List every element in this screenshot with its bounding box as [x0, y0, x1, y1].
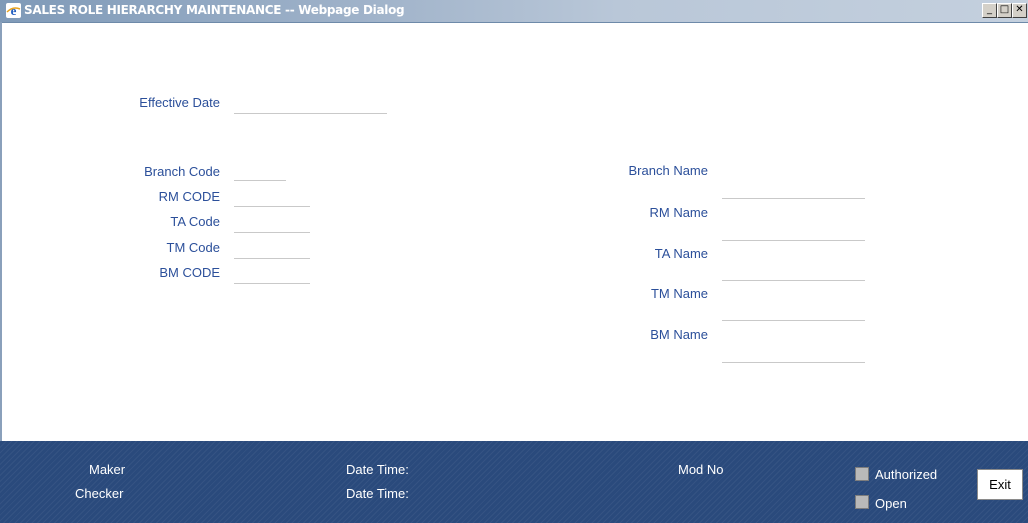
exit-button[interactable]: Exit	[977, 469, 1023, 500]
branch-name-label: Branch Name	[628, 163, 708, 178]
ta-name-field[interactable]	[722, 264, 865, 281]
ie-icon: e	[6, 3, 21, 18]
bm-code-field[interactable]	[234, 267, 310, 284]
maker-date-time-label: Date Time:	[346, 462, 409, 477]
rm-name-label: RM Name	[649, 205, 708, 220]
tm-code-field[interactable]	[234, 242, 310, 259]
checker-date-time-label: Date Time:	[346, 486, 409, 501]
effective-date-field[interactable]	[234, 97, 387, 114]
ta-name-label: TA Name	[654, 246, 708, 261]
window-title: SALES ROLE HIERARCHY MAINTENANCE -- Webp…	[24, 3, 405, 17]
rm-code-label: RM CODE	[158, 189, 220, 204]
close-button[interactable]: ✕	[1012, 3, 1027, 18]
mod-no-label: Mod No	[678, 462, 724, 477]
tm-name-field[interactable]	[722, 304, 865, 321]
ta-code-label: TA Code	[170, 214, 220, 229]
tm-code-label: TM Code	[166, 240, 220, 255]
branch-code-field[interactable]	[234, 164, 286, 181]
maker-label: Maker	[89, 462, 126, 477]
bm-name-field[interactable]	[722, 346, 865, 363]
open-label: Open	[875, 496, 907, 511]
checker-label: Checker	[75, 486, 124, 501]
effective-date-label: Effective Date	[139, 95, 220, 110]
open-checkbox[interactable]	[855, 495, 869, 509]
rm-name-field[interactable]	[722, 224, 865, 241]
audit-footer	[0, 441, 1028, 523]
bm-code-label: BM CODE	[159, 265, 220, 280]
rm-code-field[interactable]	[234, 190, 310, 207]
minimize-button[interactable]: _	[982, 3, 997, 18]
tm-name-label: TM Name	[650, 286, 708, 301]
title-bar: e SALES ROLE HIERARCHY MAINTENANCE -- We…	[0, 0, 1028, 23]
svg-text:e: e	[11, 3, 17, 18]
ta-code-field[interactable]	[234, 216, 310, 233]
authorized-label: Authorized	[875, 467, 938, 482]
maximize-button[interactable]: □	[997, 3, 1012, 18]
branch-code-label: Branch Code	[144, 164, 220, 179]
branch-name-field[interactable]	[722, 182, 865, 199]
bm-name-label: BM Name	[650, 327, 708, 342]
authorized-checkbox[interactable]	[855, 467, 869, 481]
